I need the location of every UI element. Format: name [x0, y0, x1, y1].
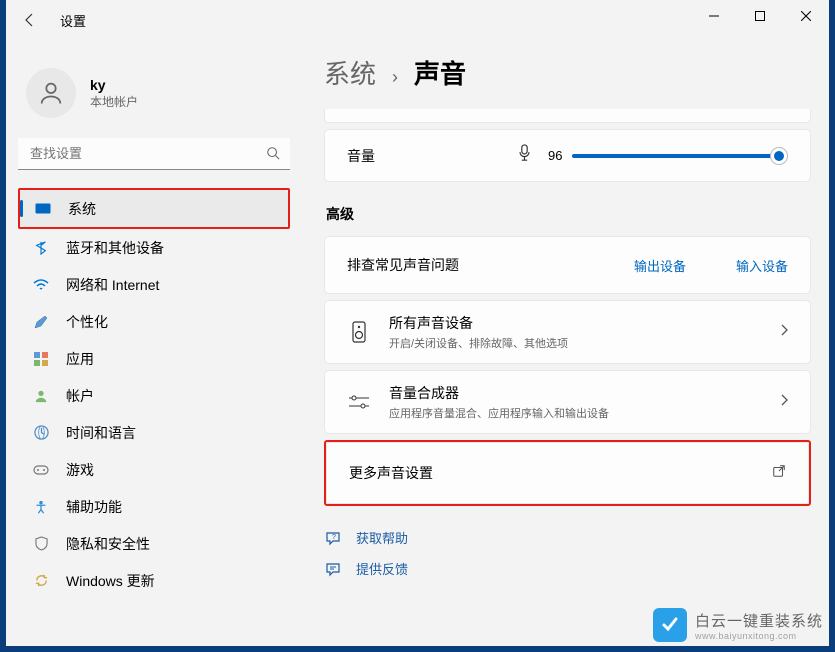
network-icon: [32, 276, 50, 294]
privacy-icon: [32, 535, 50, 553]
time-language-icon: [32, 424, 50, 442]
search-icon: [266, 146, 280, 165]
watermark-text: 白云一键重装系统: [695, 610, 823, 631]
nav-item-network[interactable]: 网络和 Internet: [18, 266, 290, 303]
personalization-icon: [32, 313, 50, 331]
mixer-title: 音量合成器: [389, 383, 609, 403]
all-devices-title: 所有声音设备: [389, 313, 568, 333]
give-feedback-link[interactable]: 提供反馈: [324, 559, 811, 578]
nav-item-privacy[interactable]: 隐私和安全性: [18, 525, 290, 562]
microphone-icon[interactable]: [517, 144, 532, 167]
more-sound-settings-card[interactable]: 更多声音设置: [326, 442, 809, 504]
nav-item-time-language[interactable]: 时间和语言: [18, 414, 290, 451]
maximize-button[interactable]: [737, 0, 783, 32]
user-subtitle: 本地帐户: [90, 93, 138, 110]
avatar-icon: [26, 68, 76, 118]
nav-item-accessibility[interactable]: 辅助功能: [18, 488, 290, 525]
search-box[interactable]: [18, 138, 290, 170]
card-stub: [324, 109, 811, 123]
breadcrumb: 系统 › 声音: [324, 54, 811, 91]
external-link-icon: [772, 464, 786, 483]
footer-links: ? 获取帮助 提供反馈: [324, 528, 811, 578]
main-content: 系统 › 声音 音量 96 高级: [300, 40, 835, 646]
troubleshoot-card: 排查常见声音问题 输出设备 输入设备: [324, 236, 811, 294]
accessibility-icon: [32, 498, 50, 516]
svg-text:?: ?: [332, 534, 336, 541]
close-button[interactable]: [783, 0, 829, 32]
chevron-right-icon: [780, 393, 788, 411]
watermark-icon: [653, 608, 687, 642]
nav-item-windows-update[interactable]: Windows 更新: [18, 562, 290, 599]
user-name: ky: [90, 77, 138, 93]
windows-update-icon: [32, 572, 50, 590]
help-icon: ?: [324, 529, 342, 547]
mixer-desc: 应用程序音量混合、应用程序输入和输出设备: [389, 405, 609, 421]
minimize-button[interactable]: [691, 0, 737, 32]
volume-card: 音量 96: [324, 129, 811, 182]
speaker-icon: [347, 321, 371, 343]
input-device-link[interactable]: 输入设备: [736, 256, 788, 275]
troubleshoot-title: 排查常见声音问题: [347, 255, 584, 275]
breadcrumb-current: 声音: [414, 54, 466, 91]
feedback-icon: [324, 560, 342, 578]
more-settings-title: 更多声音设置: [349, 463, 433, 483]
watermark: 白云一键重装系统 www.baiyunxitong.com: [653, 608, 823, 642]
bluetooth-icon: [32, 239, 50, 257]
nav-item-personalization[interactable]: 个性化: [18, 303, 290, 340]
nav-item-gaming[interactable]: 游戏: [18, 451, 290, 488]
volume-label: 音量: [347, 146, 517, 166]
volume-value: 96: [548, 148, 562, 163]
volume-mixer-card[interactable]: 音量合成器 应用程序音量混合、应用程序输入和输出设备: [324, 370, 811, 434]
apps-icon: [32, 350, 50, 368]
output-device-link[interactable]: 输出设备: [634, 256, 686, 275]
get-help-link[interactable]: ? 获取帮助: [324, 528, 811, 547]
slider-thumb[interactable]: [770, 147, 788, 165]
search-input[interactable]: [18, 138, 290, 170]
nav-item-accounts[interactable]: 帐户: [18, 377, 290, 414]
app-title: 设置: [60, 11, 86, 30]
chevron-right-icon: ›: [392, 67, 398, 88]
user-profile[interactable]: ky 本地帐户: [18, 50, 300, 138]
watermark-url: www.baiyunxitong.com: [695, 631, 823, 641]
nav-list: 系统 蓝牙和其他设备 网络和 Internet 个性化 应用 帐户: [18, 188, 290, 599]
nav-item-apps[interactable]: 应用: [18, 340, 290, 377]
accounts-icon: [32, 387, 50, 405]
back-button[interactable]: [20, 10, 40, 30]
chevron-right-icon: [780, 323, 788, 341]
sidebar: ky 本地帐户 系统 蓝牙和其他设备 网络和 In: [0, 40, 300, 646]
mixer-icon: [347, 394, 371, 410]
gaming-icon: [32, 461, 50, 479]
all-sound-devices-card[interactable]: 所有声音设备 开启/关闭设备、排除故障、其他选项: [324, 300, 811, 364]
advanced-heading: 高级: [326, 204, 811, 224]
titlebar: 设置: [0, 0, 835, 40]
system-icon: [34, 200, 52, 218]
all-devices-desc: 开启/关闭设备、排除故障、其他选项: [389, 335, 568, 351]
breadcrumb-parent[interactable]: 系统: [324, 54, 376, 91]
nav-item-system[interactable]: 系统: [20, 190, 288, 227]
volume-slider[interactable]: [572, 146, 788, 166]
nav-item-bluetooth[interactable]: 蓝牙和其他设备: [18, 229, 290, 266]
